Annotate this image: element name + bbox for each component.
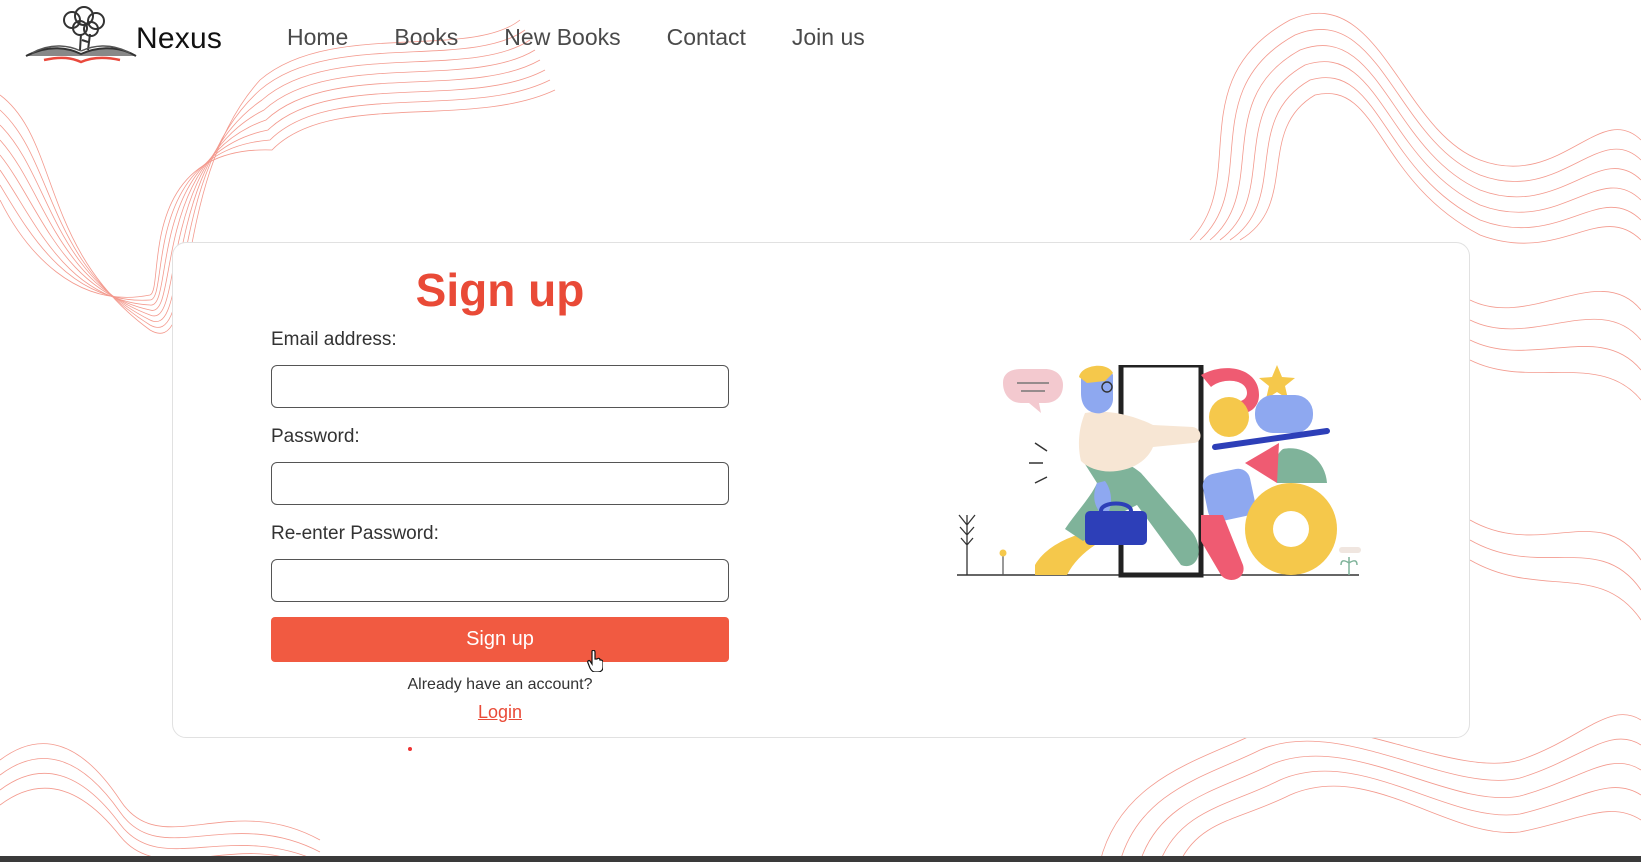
nav-join-us[interactable]: Join us: [792, 24, 865, 51]
nav-links: Home Books New Books Contact Join us: [287, 24, 911, 51]
brand[interactable]: Nexus: [24, 6, 222, 64]
hand-pointer-icon: [587, 650, 603, 672]
password-label: Password:: [271, 426, 360, 447]
book-tree-logo-icon: [25, 6, 137, 64]
reenter-password-label: Re-enter Password:: [271, 523, 439, 544]
password-row: Password:: [271, 426, 729, 505]
red-dot: [408, 747, 412, 751]
login-link[interactable]: Login: [271, 702, 729, 723]
brand-name: Nexus: [136, 22, 223, 55]
nav-home[interactable]: Home: [287, 24, 348, 51]
signup-card: Sign up Email address: Password: Re-ente…: [172, 242, 1470, 751]
page-title: Sign up: [415, 264, 585, 316]
signup-button[interactable]: Sign up: [271, 617, 729, 662]
nav-contact[interactable]: Contact: [667, 24, 746, 51]
email-field[interactable]: [271, 365, 729, 408]
password-field[interactable]: [271, 462, 729, 505]
signup-form: Sign up Email address: Password: Re-ente…: [271, 263, 729, 751]
email-row: Email address:: [271, 329, 729, 408]
nav-new-books[interactable]: New Books: [504, 24, 620, 51]
email-label: Email address:: [271, 329, 397, 350]
login-prompt: Already have an account?: [407, 676, 593, 693]
navbar: Nexus Home Books New Books Contact Join …: [0, 0, 1641, 80]
window-bottom-bar: [0, 856, 1641, 862]
nav-books[interactable]: Books: [394, 24, 458, 51]
person-door-shapes-illustration: [957, 365, 1361, 580]
reenter-password-field[interactable]: [271, 559, 729, 602]
reenter-password-row: Re-enter Password:: [271, 523, 729, 602]
